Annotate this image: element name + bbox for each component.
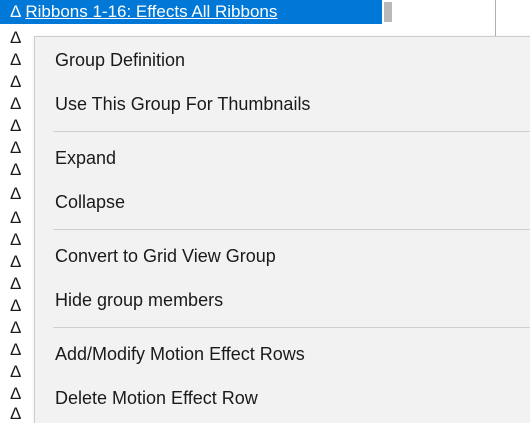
menu-item-add-modify-motion-effect-rows[interactable]: Add/Modify Motion Effect Rows [35,335,530,373]
selected-group-row[interactable]: Δ Ribbons 1-16: Effects All Ribbons [0,0,382,24]
menu-item-group-definition[interactable]: Group Definition [35,41,530,79]
sequence-tree-view: Δ Ribbons 1-16: Effects All Ribbons Δ Δ Δ… [0,0,530,423]
tree-row-delta-icon[interactable]: Δ [10,404,26,423]
tree-row-delta-icon[interactable]: Δ [10,208,26,228]
menu-item-delete-motion-effect-row[interactable]: Delete Motion Effect Row [35,379,530,417]
menu-separator [53,131,530,132]
menu-item-hide-group-members[interactable]: Hide group members [35,281,530,319]
menu-item-expand[interactable]: Expand [35,139,530,177]
tree-row-delta-icon[interactable]: Δ [10,318,26,338]
tree-row-delta-icon[interactable]: Δ [10,184,26,204]
delta-icon: Δ [10,2,22,21]
tree-row-delta-icon[interactable]: Δ [10,230,26,250]
tree-row-delta-icon[interactable]: Δ [10,50,26,70]
tree-row-delta-icon[interactable]: Δ [10,362,26,382]
context-menu: Group Definition Use This Group For Thum… [34,36,530,423]
tree-row-delta-icon[interactable]: Δ [10,252,26,272]
tree-row-delta-icon[interactable]: Δ [10,384,26,404]
row-scroll-handle [384,2,392,22]
tree-row-delta-icon[interactable]: Δ [10,274,26,294]
tree-row-delta-icon[interactable]: Δ [10,296,26,316]
menu-separator [53,229,530,230]
selected-group-label: Ribbons 1-16: Effects All Ribbons [25,2,278,21]
tree-row-delta-icon[interactable]: Δ [10,160,26,180]
tree-row-delta-icon[interactable]: Δ [10,28,26,48]
menu-separator [53,327,530,328]
menu-item-collapse[interactable]: Collapse [35,183,530,221]
tree-row-delta-icon[interactable]: Δ [10,72,26,92]
tree-row-delta-icon[interactable]: Δ [10,138,26,158]
menu-item-convert-to-grid-view-group[interactable]: Convert to Grid View Group [35,237,530,275]
tree-row-delta-icon[interactable]: Δ [10,340,26,360]
menu-item-use-for-thumbnails[interactable]: Use This Group For Thumbnails [35,85,530,123]
tree-row-delta-icon[interactable]: Δ [10,94,26,114]
column-divider [495,0,496,36]
tree-row-delta-icon[interactable]: Δ [10,116,26,136]
